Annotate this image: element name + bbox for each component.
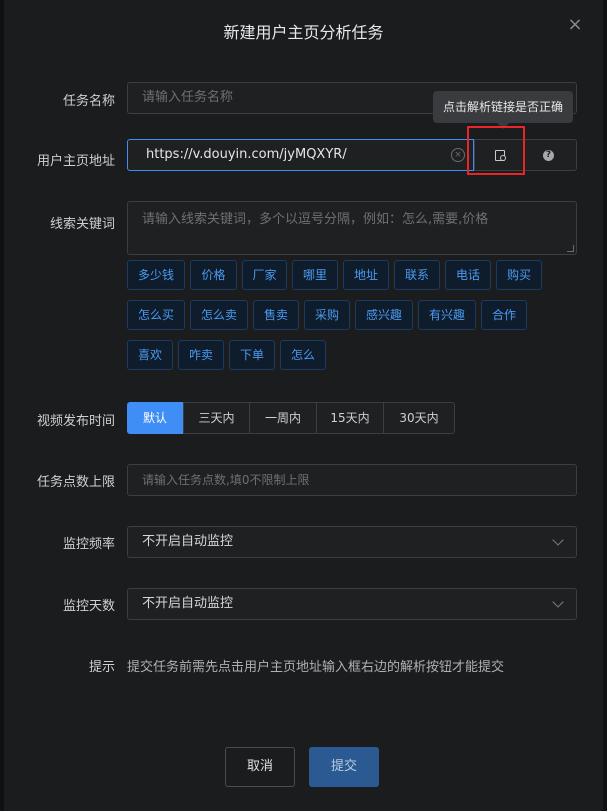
keyword-tag[interactable]: 合作 [481, 300, 527, 330]
submit-button[interactable]: 提交 [309, 747, 379, 787]
task-name-placeholder: 请输入任务名称 [142, 90, 234, 105]
monitor-freq-value: 不开启自动监控 [142, 534, 234, 549]
keyword-tag[interactable]: 怎么 [280, 340, 326, 370]
keyword-tag[interactable]: 哪里 [292, 260, 338, 290]
publish-time-option-default[interactable]: 默认 [127, 402, 183, 434]
clear-icon[interactable]: × [451, 148, 465, 162]
points-limit-label: 任务点数上限 [36, 475, 115, 490]
hint-label: 提示 [88, 660, 115, 675]
keywords-placeholder: 请输入线索关键词，多个以逗号分隔，例如：怎么,需要,价格 [142, 212, 489, 227]
resize-handle-icon[interactable] [567, 245, 574, 252]
points-limit-input[interactable]: 请输入任务点数,填0不限制上限 [127, 464, 577, 496]
hint-text: 提交任务前需先点击用户主页地址输入框右边的解析按钮才能提交 [127, 660, 505, 675]
keyword-tag[interactable]: 下单 [229, 340, 275, 370]
keyword-tag[interactable]: 购买 [496, 260, 542, 290]
task-name-label: 任务名称 [62, 94, 115, 109]
cancel-button[interactable]: 取消 [225, 747, 295, 787]
parse-tooltip: 点击解析链接是否正确 [433, 91, 573, 129]
keyword-tag[interactable]: 喜欢 [127, 340, 173, 370]
publish-time-option-3days[interactable]: 三天内 [183, 402, 250, 434]
question-icon: ? [543, 150, 554, 161]
keyword-tag[interactable]: 地址 [343, 260, 389, 290]
monitor-days-label: 监控天数 [62, 599, 115, 614]
publish-time-option-15days[interactable]: 15天内 [316, 402, 384, 434]
new-task-dialog: 新建用户主页分析任务 × 任务名称 请输入任务名称 点击解析链接是否正确 用户主… [0, 0, 607, 811]
overlay-edge-left [0, 0, 4, 811]
points-limit-placeholder: 请输入任务点数,填0不限制上限 [142, 473, 310, 487]
keyword-tag[interactable]: 采购 [304, 300, 350, 330]
publish-time-label: 视频发布时间 [36, 414, 115, 429]
overlay-edge-right [603, 0, 607, 811]
keyword-tag[interactable]: 厂家 [242, 260, 287, 290]
keyword-tag[interactable]: 价格 [190, 260, 237, 290]
close-icon[interactable]: × [566, 16, 584, 34]
keywords-label: 线索关键词 [49, 217, 115, 232]
parse-button-highlight [467, 126, 525, 175]
monitor-freq-label: 监控频率 [62, 537, 115, 552]
keyword-tag[interactable]: 有兴趣 [418, 300, 476, 330]
keyword-tag[interactable]: 多少钱 [127, 260, 185, 290]
homepage-url-input[interactable]: https://v.douyin.com/jyMQXYR/ [127, 139, 474, 171]
chevron-down-icon [552, 534, 564, 546]
keyword-tag[interactable]: 咋卖 [178, 340, 224, 370]
homepage-url-label: 用户主页地址 [36, 154, 115, 169]
keyword-tag[interactable]: 电话 [445, 260, 491, 290]
keyword-tag[interactable]: 感兴趣 [355, 300, 413, 330]
publish-time-option-1week[interactable]: 一周内 [249, 402, 317, 434]
monitor-freq-select[interactable]: 不开启自动监控 [127, 526, 577, 558]
chevron-down-icon [552, 596, 564, 608]
keyword-tag[interactable]: 怎么买 [127, 300, 185, 330]
monitor-days-select[interactable]: 不开启自动监控 [127, 588, 577, 620]
keyword-tag[interactable]: 怎么卖 [190, 300, 248, 330]
keyword-tag[interactable]: 联系 [394, 260, 440, 290]
help-button[interactable]: ? [525, 139, 577, 171]
keywords-textarea[interactable]: 请输入线索关键词，多个以逗号分隔，例如：怎么,需要,价格 [127, 201, 577, 255]
publish-time-option-30days[interactable]: 30天内 [383, 402, 455, 434]
dialog-title: 新建用户主页分析任务 [223, 23, 384, 42]
keyword-tag[interactable]: 售卖 [253, 300, 299, 330]
monitor-days-value: 不开启自动监控 [142, 596, 234, 611]
